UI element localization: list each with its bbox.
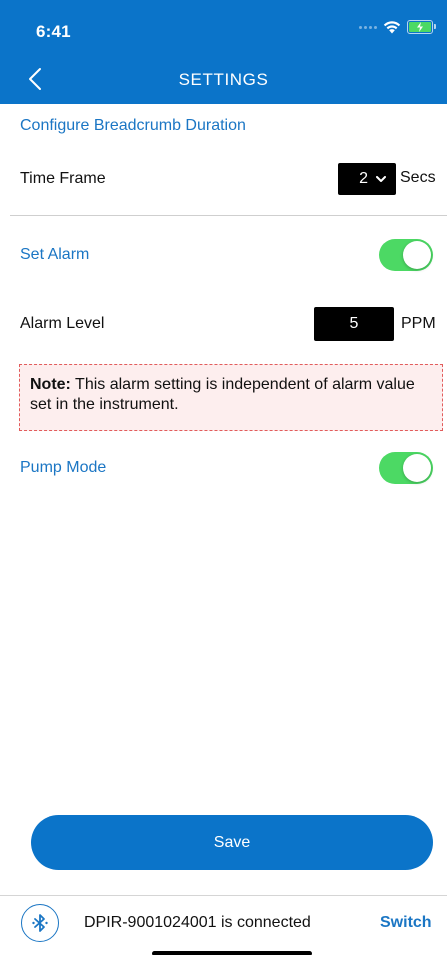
header: 6:41 SETTINGS	[0, 0, 447, 104]
pump-mode-toggle[interactable]	[379, 452, 433, 484]
battery-charging-icon	[407, 20, 436, 34]
bluetooth-button[interactable]	[21, 904, 59, 942]
switch-link[interactable]: Switch	[380, 914, 432, 932]
alarm-level-unit: PPM	[401, 315, 436, 332]
settings-screen: 6:41 SETTINGS Configure Breadcrumb Durat…	[0, 0, 447, 955]
status-icons	[359, 20, 436, 34]
connection-status: DPIR-9001024001 is connected	[84, 914, 311, 931]
breadcrumb-section-title: Configure Breadcrumb Duration	[20, 117, 246, 134]
time-frame-unit: Secs	[400, 169, 436, 186]
note-label: Note:	[30, 376, 71, 393]
save-button[interactable]: Save	[31, 815, 433, 870]
alarm-note: Note: This alarm setting is independent …	[19, 364, 443, 431]
bluetooth-icon	[32, 914, 48, 932]
footer-divider	[0, 895, 447, 896]
time-frame-label: Time Frame	[20, 170, 106, 187]
time-frame-select[interactable]: 2	[338, 163, 396, 195]
set-alarm-toggle[interactable]	[379, 239, 433, 271]
pump-mode-label: Pump Mode	[20, 459, 107, 476]
divider	[10, 215, 447, 216]
chevron-down-icon	[376, 175, 386, 182]
home-indicator	[152, 951, 312, 955]
wifi-icon	[383, 21, 401, 34]
alarm-level-label: Alarm Level	[20, 315, 105, 332]
time-frame-value: 2	[359, 170, 368, 187]
alarm-level-input[interactable]	[314, 307, 394, 341]
note-text: This alarm setting is independent of ala…	[30, 376, 415, 413]
set-alarm-label: Set Alarm	[20, 246, 90, 263]
toggle-knob	[403, 241, 431, 269]
page-title: SETTINGS	[178, 70, 269, 89]
signal-icon	[359, 25, 377, 29]
status-time: 6:41	[36, 22, 71, 41]
toggle-knob	[403, 454, 431, 482]
